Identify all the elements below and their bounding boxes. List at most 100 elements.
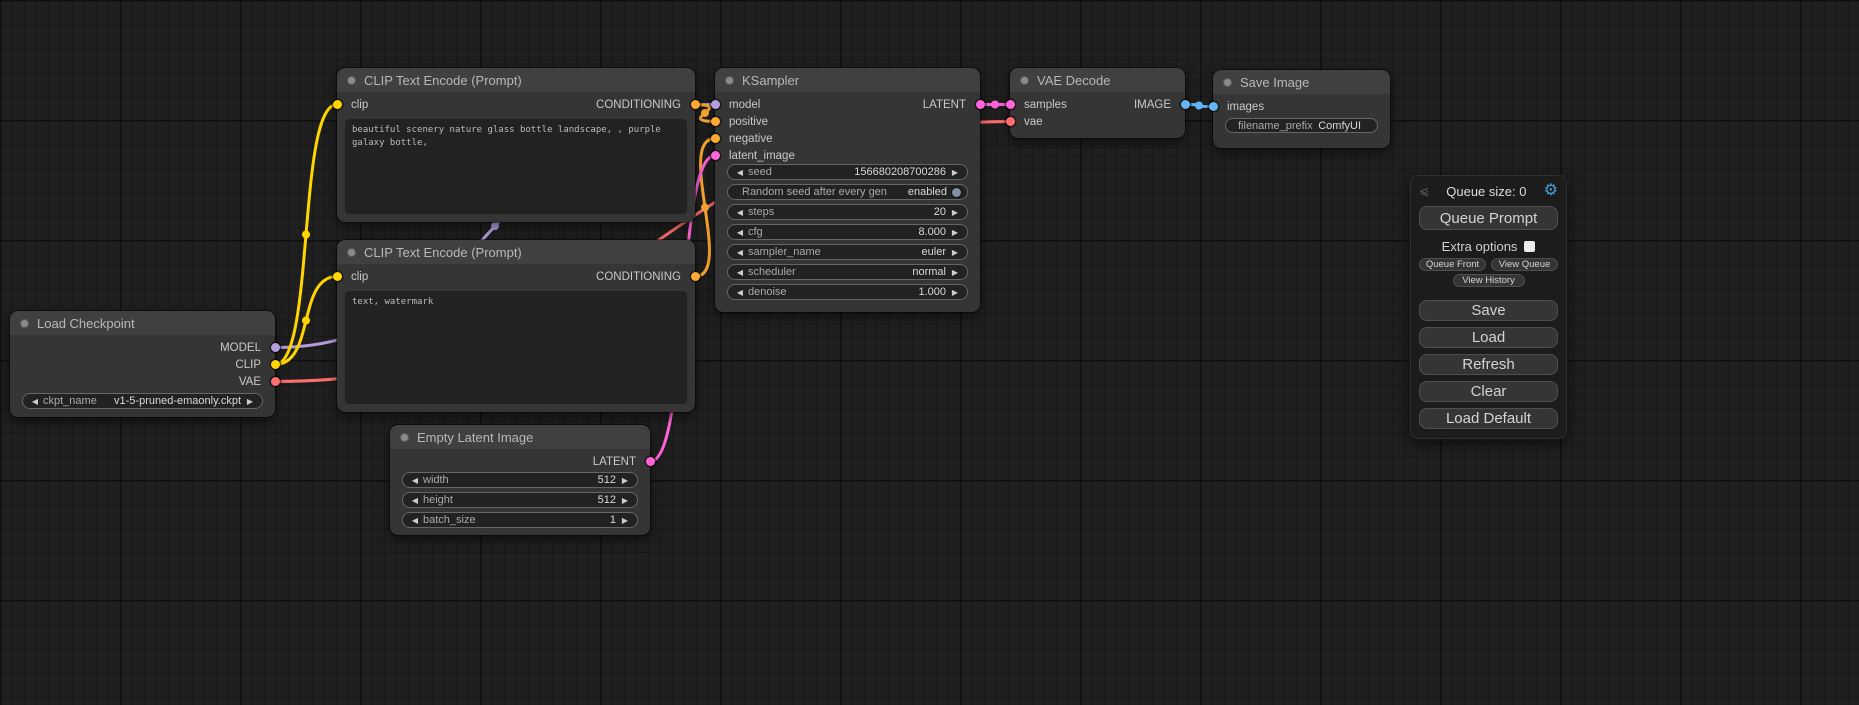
widget-seed[interactable]: ◀ seed 156680208700286 ▶ xyxy=(727,164,968,180)
output-label: VAE xyxy=(239,376,261,388)
settings-gear-icon[interactable]: ⚙ xyxy=(1544,183,1558,199)
output-label: CONDITIONING xyxy=(596,271,681,283)
node-vae-decode[interactable]: VAE Decode samples IMAGE vae xyxy=(1010,68,1185,138)
widget-denoise[interactable]: ◀ denoise 1.000 ▶ xyxy=(727,284,968,300)
widget-value: 512 xyxy=(598,474,616,486)
port-clip-input[interactable] xyxy=(333,100,342,109)
arrow-left-icon[interactable]: ◀ xyxy=(409,496,421,505)
collapse-dot[interactable] xyxy=(20,319,29,328)
port-clip-input[interactable] xyxy=(333,272,342,281)
load-button[interactable]: Load xyxy=(1419,327,1558,348)
arrow-left-icon[interactable]: ◀ xyxy=(734,208,746,217)
widget-random-seed-toggle[interactable]: Random seed after every gen enabled xyxy=(727,184,968,200)
widget-label: denoise xyxy=(748,286,787,298)
graph-canvas[interactable]: Load Checkpoint MODEL CLIP VAE ◀ ckpt_na… xyxy=(0,0,1859,705)
clear-button[interactable]: Clear xyxy=(1419,381,1558,402)
arrow-right-icon[interactable]: ▶ xyxy=(949,248,961,257)
refresh-button[interactable]: Refresh xyxy=(1419,354,1558,375)
port-image-output[interactable] xyxy=(1181,100,1190,109)
queue-front-button[interactable]: Queue Front xyxy=(1419,258,1486,271)
prompt-textarea[interactable]: text, watermark xyxy=(345,291,687,404)
port-conditioning-output[interactable] xyxy=(691,272,700,281)
save-button[interactable]: Save xyxy=(1419,300,1558,321)
widget-sampler-name[interactable]: ◀ sampler_name euler ▶ xyxy=(727,244,968,260)
port-model-output[interactable] xyxy=(271,343,280,352)
node-clip-text-encode-negative[interactable]: CLIP Text Encode (Prompt) clip CONDITION… xyxy=(337,240,695,412)
widget-label: width xyxy=(423,474,449,486)
port-vae-output[interactable] xyxy=(271,377,280,386)
slot-row-clip-conditioning: clip CONDITIONING xyxy=(337,268,695,285)
widget-filename-prefix[interactable]: filename_prefix ComfyUI xyxy=(1225,118,1378,133)
widget-label: batch_size xyxy=(423,514,476,526)
widget-scheduler[interactable]: ◀ scheduler normal ▶ xyxy=(727,264,968,280)
port-latent-output[interactable] xyxy=(646,457,655,466)
queue-prompt-button[interactable]: Queue Prompt xyxy=(1419,206,1558,230)
arrow-right-icon[interactable]: ▶ xyxy=(949,228,961,237)
port-negative-input[interactable] xyxy=(711,134,720,143)
widget-height[interactable]: ◀ height 512 ▶ xyxy=(402,492,638,508)
collapse-dot[interactable] xyxy=(400,433,409,442)
node-load-checkpoint[interactable]: Load Checkpoint MODEL CLIP VAE ◀ ckpt_na… xyxy=(10,311,275,417)
arrow-left-icon[interactable]: ◀ xyxy=(734,248,746,257)
port-latent-image-input[interactable] xyxy=(711,151,720,160)
queue-menu-panel: ⩿ Queue size: 0 ⚙ Queue Prompt Extra opt… xyxy=(1410,175,1567,439)
arrow-left-icon[interactable]: ◀ xyxy=(409,516,421,525)
port-clip-output[interactable] xyxy=(271,360,280,369)
node-title-bar[interactable]: Load Checkpoint xyxy=(10,311,275,335)
widget-label: Random seed after every gen xyxy=(742,186,887,198)
arrow-right-icon[interactable]: ▶ xyxy=(949,268,961,277)
arrow-right-icon[interactable]: ▶ xyxy=(949,168,961,177)
widget-value: euler xyxy=(922,246,946,258)
collapse-dot[interactable] xyxy=(347,76,356,85)
node-save-image[interactable]: Save Image images filename_prefix ComfyU… xyxy=(1213,70,1390,148)
arrow-left-icon[interactable]: ◀ xyxy=(734,168,746,177)
prompt-textarea[interactable]: beautiful scenery nature glass bottle la… xyxy=(345,119,687,214)
arrow-right-icon[interactable]: ▶ xyxy=(619,516,631,525)
widget-batch-size[interactable]: ◀ batch_size 1 ▶ xyxy=(402,512,638,528)
view-history-button[interactable]: View History xyxy=(1453,274,1525,287)
node-title-bar[interactable]: VAE Decode xyxy=(1010,68,1185,92)
port-conditioning-output[interactable] xyxy=(691,100,700,109)
extra-options-checkbox[interactable] xyxy=(1524,241,1535,252)
toggle-indicator-icon[interactable] xyxy=(952,188,961,197)
port-model-input[interactable] xyxy=(711,100,720,109)
view-queue-button[interactable]: View Queue xyxy=(1491,258,1558,271)
load-default-button[interactable]: Load Default xyxy=(1419,408,1558,429)
collapse-dot[interactable] xyxy=(725,76,734,85)
collapse-dot[interactable] xyxy=(347,248,356,257)
node-title: CLIP Text Encode (Prompt) xyxy=(364,245,522,260)
port-latent-output[interactable] xyxy=(976,100,985,109)
arrow-right-icon[interactable]: ▶ xyxy=(949,288,961,297)
node-clip-text-encode-positive[interactable]: CLIP Text Encode (Prompt) clip CONDITION… xyxy=(337,68,695,222)
widget-ckpt-name[interactable]: ◀ ckpt_name v1-5-pruned-emaonly.ckpt ▶ xyxy=(22,393,263,409)
widget-width[interactable]: ◀ width 512 ▶ xyxy=(402,472,638,488)
widget-cfg[interactable]: ◀ cfg 8.000 ▶ xyxy=(727,224,968,240)
port-images-input[interactable] xyxy=(1209,102,1218,111)
node-empty-latent-image[interactable]: Empty Latent Image LATENT ◀ width 512 ▶ … xyxy=(390,425,650,535)
extra-options-row: Extra options xyxy=(1419,237,1558,255)
input-label: clip xyxy=(351,99,368,111)
node-title: VAE Decode xyxy=(1037,73,1110,88)
arrow-left-icon[interactable]: ◀ xyxy=(734,268,746,277)
port-vae-input[interactable] xyxy=(1006,117,1015,126)
node-title-bar[interactable]: Save Image xyxy=(1213,70,1390,94)
arrow-left-icon[interactable]: ◀ xyxy=(29,397,41,406)
port-positive-input[interactable] xyxy=(711,117,720,126)
arrow-left-icon[interactable]: ◀ xyxy=(734,228,746,237)
node-title-bar[interactable]: Empty Latent Image xyxy=(390,425,650,449)
node-title-bar[interactable]: KSampler xyxy=(715,68,980,92)
drag-handle-icon[interactable]: ⩿ xyxy=(1419,184,1429,198)
port-samples-input[interactable] xyxy=(1006,100,1015,109)
arrow-left-icon[interactable]: ◀ xyxy=(409,476,421,485)
node-title-bar[interactable]: CLIP Text Encode (Prompt) xyxy=(337,240,695,264)
arrow-right-icon[interactable]: ▶ xyxy=(949,208,961,217)
arrow-right-icon[interactable]: ▶ xyxy=(619,476,631,485)
collapse-dot[interactable] xyxy=(1020,76,1029,85)
arrow-right-icon[interactable]: ▶ xyxy=(244,397,256,406)
collapse-dot[interactable] xyxy=(1223,78,1232,87)
arrow-right-icon[interactable]: ▶ xyxy=(619,496,631,505)
arrow-left-icon[interactable]: ◀ xyxy=(734,288,746,297)
node-title-bar[interactable]: CLIP Text Encode (Prompt) xyxy=(337,68,695,92)
node-ksampler[interactable]: KSampler model LATENT positive negative … xyxy=(715,68,980,312)
widget-steps[interactable]: ◀ steps 20 ▶ xyxy=(727,204,968,220)
